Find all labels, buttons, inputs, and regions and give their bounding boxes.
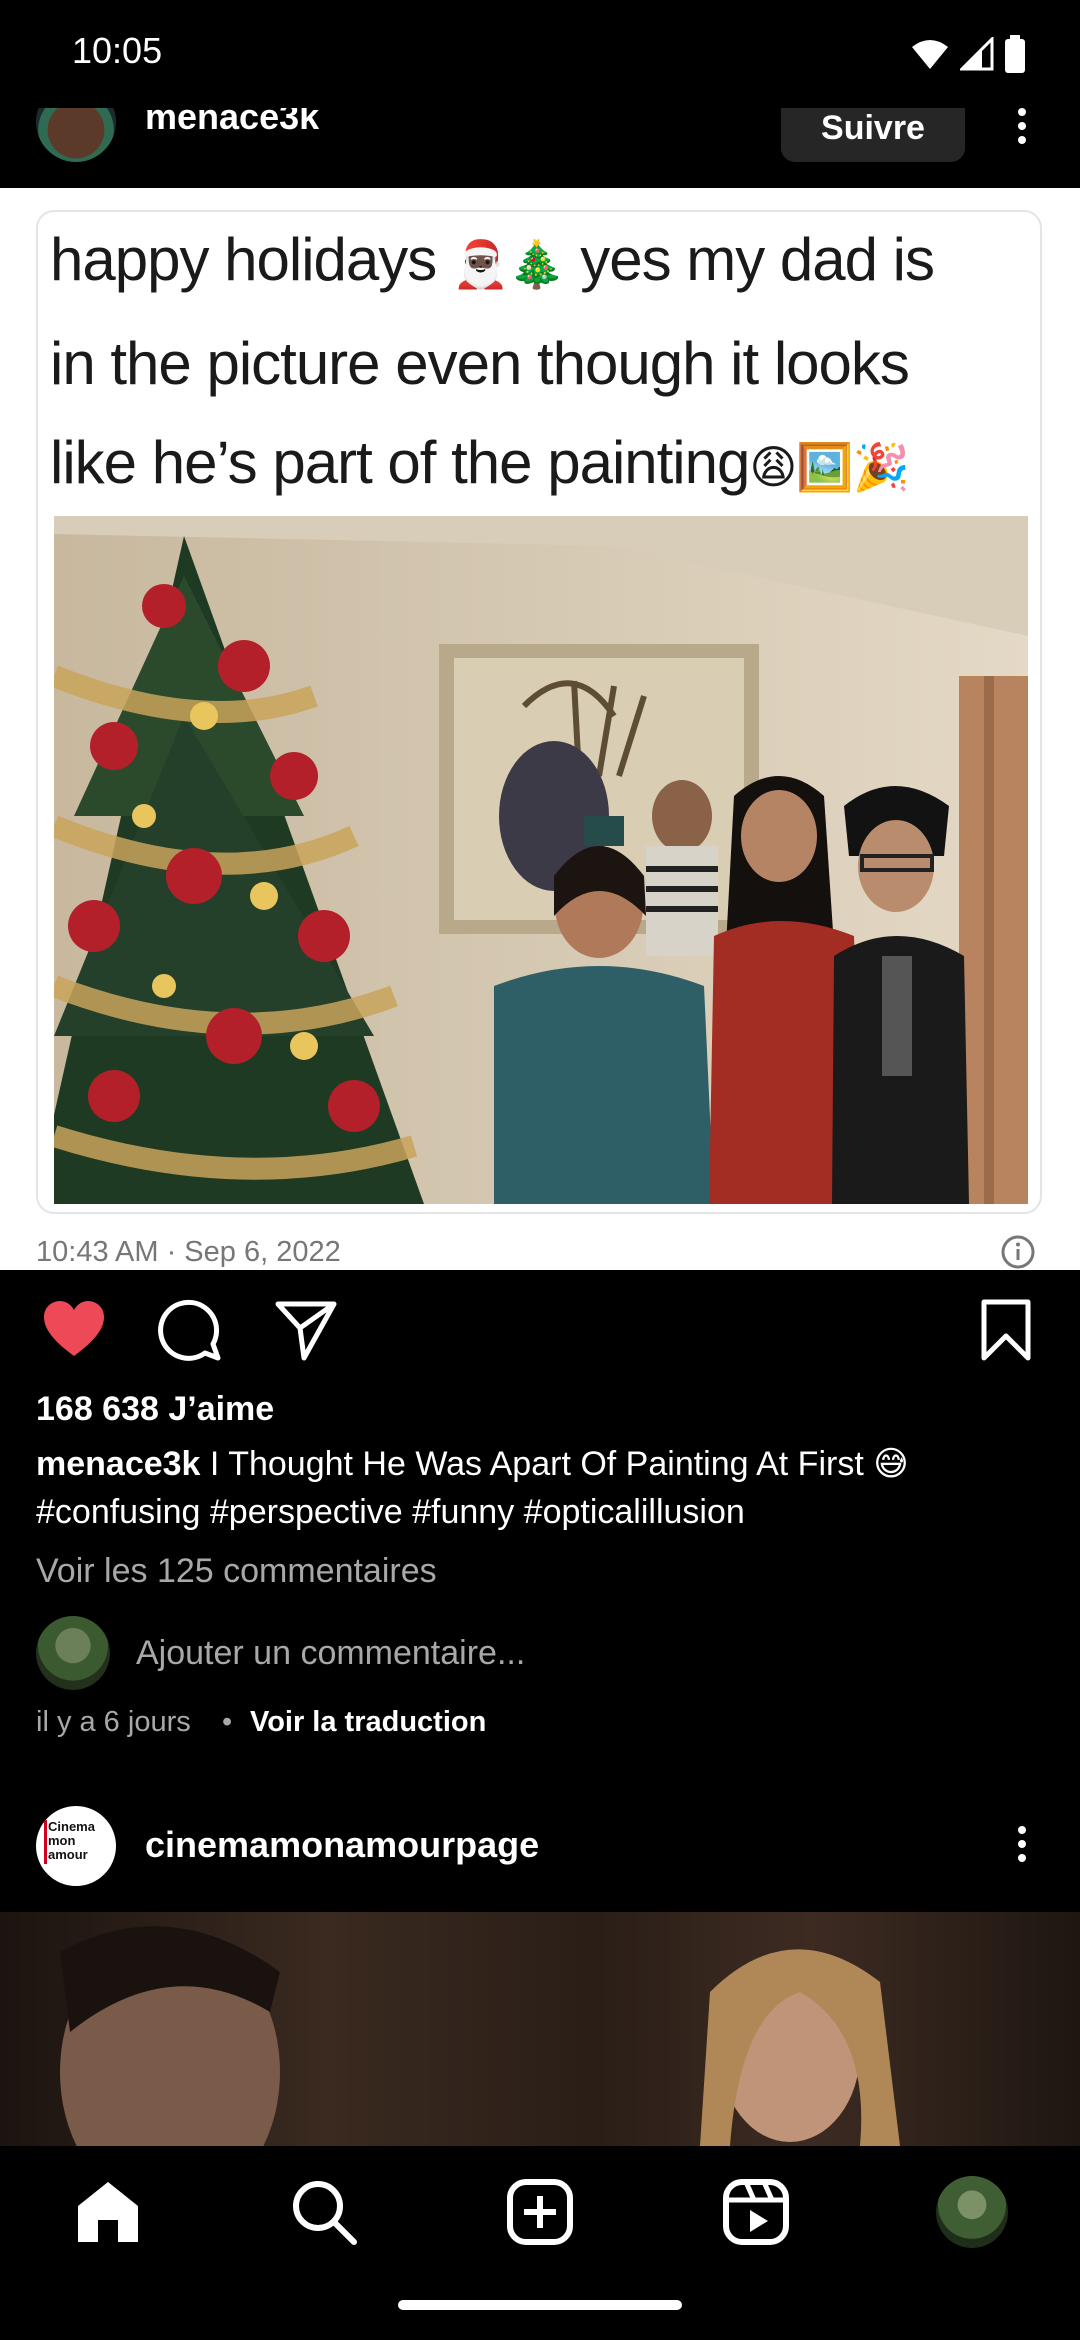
tweet-text: happy holidays 🎅🏿🎄 yes my dad is in the … [50, 210, 1040, 517]
status-icons [910, 34, 1026, 74]
separator-dot: • [222, 1706, 233, 1738]
more-options-icon[interactable] [1010, 1820, 1034, 1870]
bottom-nav [0, 2146, 1080, 2340]
comment-icon[interactable] [158, 1298, 222, 1362]
gesture-bar[interactable] [398, 2300, 682, 2310]
movie-still [60, 1926, 900, 2146]
post-caption: menace3k I Thought He Was Apart Of Paint… [36, 1440, 1046, 1536]
battery-icon [1005, 35, 1025, 73]
post-username[interactable]: cinemamonamourpage [145, 1824, 539, 1866]
caption-hashtags[interactable]: #confusing #perspective #funny #opticali… [36, 1488, 1046, 1536]
tweet-line2: in the picture even though it looks [50, 330, 910, 397]
avatar [36, 1616, 110, 1690]
info-icon [1001, 1235, 1035, 1269]
tweet-line1-emoji: 🎅🏿🎄 [451, 238, 566, 290]
create-icon[interactable] [504, 2176, 576, 2248]
search-icon[interactable] [288, 2176, 360, 2248]
caption-username[interactable]: menace3k [36, 1445, 200, 1483]
profile-avatar[interactable] [936, 2176, 1008, 2248]
translate-link[interactable]: Voir la traduction [250, 1706, 486, 1739]
likes-count[interactable]: 168 638 J’aime [36, 1390, 274, 1429]
avatar-bar [44, 1820, 47, 1864]
caption-text: I Thought He Was Apart Of Painting At Fi… [209, 1445, 909, 1483]
wifi-icon [912, 40, 948, 69]
avatar[interactable] [36, 108, 116, 162]
post-image[interactable]: happy holidays 🎅🏿🎄 yes my dad is in the … [0, 188, 1080, 1270]
comment-input[interactable]: Ajouter un commentaire... [136, 1634, 525, 1673]
post-username[interactable]: menace3k [145, 108, 319, 138]
family-photo [54, 516, 1028, 1204]
tweet-line1-text: happy holidays [50, 226, 437, 293]
post-image[interactable] [0, 1912, 1080, 2146]
share-icon[interactable] [274, 1298, 338, 1362]
signal-icon [960, 37, 994, 71]
tweet-timestamp: 10:43 AM · Sep 6, 2022 [36, 1236, 341, 1268]
post-actions [0, 1270, 1080, 1390]
status-time: 10:05 [72, 30, 163, 71]
follow-button[interactable]: Suivre [781, 108, 965, 162]
more-options-icon[interactable] [1010, 108, 1034, 156]
view-comments-link[interactable]: Voir les 125 commentaires [36, 1552, 437, 1591]
tweet-line3-emoji: 😩🖼️🎉 [749, 441, 910, 493]
post-time: il y a 6 jours [36, 1706, 191, 1738]
tweet-line1-rest: yes my dad is [580, 226, 935, 293]
status-bar: 10:05 [0, 0, 1080, 108]
bookmark-icon[interactable] [974, 1298, 1038, 1362]
avatar-logo-text: Cinema mon amour [48, 1819, 95, 1862]
heart-icon[interactable] [42, 1298, 106, 1362]
post-header: menace3k Suivre [0, 108, 1080, 188]
avatar[interactable]: Cinema mon amour [36, 1806, 116, 1886]
reels-icon[interactable] [720, 2176, 792, 2248]
tweet-line3-text: like he’s part of the painting [50, 429, 750, 496]
home-icon[interactable] [72, 2176, 144, 2248]
